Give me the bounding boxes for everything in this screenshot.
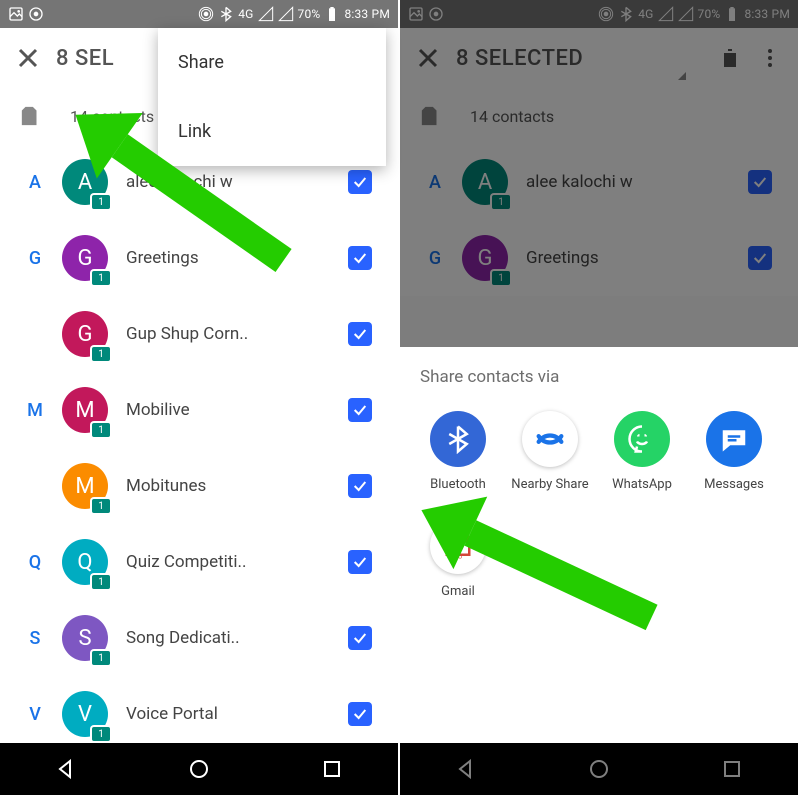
checkbox[interactable] [348,474,372,498]
section-letter: A [18,172,52,193]
hotspot-icon [198,6,214,22]
checkbox[interactable] [348,626,372,650]
battery-pct: 70% [298,7,321,21]
nav-recent-icon[interactable] [320,757,344,781]
contact-row[interactable]: S S1 Song Dedicati.. [0,600,398,676]
nav-bar [0,743,398,795]
overflow-menu: Share Link [158,28,386,166]
contact-name: Greetings [126,248,348,268]
share-target-label: WhatsApp [612,477,672,492]
network-type: 4G [238,7,253,21]
contact-name: Mobilive [126,400,348,420]
share-target-messages[interactable]: Messages [688,411,780,492]
contact-row[interactable]: M1 Mobitunes [0,448,398,524]
section-letter: Q [18,552,52,573]
share-sheet: Share contacts via Bluetooth Nearby Share… [400,347,798,743]
nearby-icon [522,411,578,467]
contact-name: Mobitunes [126,476,348,496]
contact-list[interactable]: A A1 alee kalochi w G G1 Greetings G1 Gup Shup … [0,144,398,752]
sim-icon [20,105,42,127]
section-letter: V [18,704,52,725]
nav-home-icon[interactable] [187,757,211,781]
contact-name: Gup Shup Corn.. [126,324,348,344]
contact-avatar: S1 [62,615,108,661]
share-target-nearby[interactable]: Nearby Share [504,411,596,492]
messages-icon [706,411,762,467]
whatsapp-icon [614,411,670,467]
bluetooth-icon [430,411,486,467]
checkbox[interactable] [348,322,372,346]
share-grid: BluetoothNearby ShareWhatsAppMessagesGOG… [412,403,786,617]
contact-row[interactable]: M M1 Mobilive [0,372,398,448]
sim-badge: 1 [92,423,110,437]
bluetooth-icon [218,6,234,22]
menu-item-link[interactable]: Link [158,97,386,166]
screen-left: 4G 70% 8:33 PM 8 SEL Share Link 14 conta… [0,0,398,795]
signal-icon [258,6,274,22]
signal-icon-2 [278,6,294,22]
sim-badge: 1 [92,271,110,285]
contact-row[interactable]: G G1 Greetings [0,220,398,296]
clock: 8:33 PM [344,7,390,21]
screen-right: 4G 70% 8:33 PM 8 SELECTED 14 contacts AA… [400,0,798,795]
sim-badge: 1 [92,727,110,741]
contact-avatar: M1 [62,463,108,509]
contact-name: Quiz Competiti.. [126,552,348,572]
contact-row[interactable]: V V1 Voice Portal [0,676,398,752]
share-target-gmail[interactable]: GO Gmail [412,518,504,599]
contact-avatar: G1 [62,311,108,357]
contact-avatar: Q1 [62,539,108,585]
gmail-icon: GO [430,518,486,574]
contact-name: Voice Portal [126,704,348,724]
contact-avatar: V1 [62,691,108,737]
target-icon [28,6,44,22]
contact-name: Song Dedicati.. [126,628,348,648]
image-icon [8,6,24,22]
sim-count: 14 contacts [70,107,154,126]
contact-row[interactable]: Q Q1 Quiz Competiti.. [0,524,398,600]
battery-icon [324,6,340,22]
contact-avatar: A1 [62,159,108,205]
checkbox[interactable] [348,550,372,574]
checkbox[interactable] [348,702,372,726]
sim-badge: 1 [92,347,110,361]
share-target-label: Bluetooth [430,477,486,492]
checkbox[interactable] [348,170,372,194]
svg-text:GO: GO [454,553,463,561]
close-icon[interactable] [16,46,40,70]
sim-badge: 1 [92,575,110,589]
share-target-whatsapp[interactable]: WhatsApp [596,411,688,492]
share-target-label: Nearby Share [511,477,588,492]
section-letter: M [18,400,52,421]
share-target-bluetooth[interactable]: Bluetooth [412,411,504,492]
section-letter: S [18,628,52,649]
status-bar: 4G 70% 8:33 PM [0,0,398,28]
contact-row[interactable]: G1 Gup Shup Corn.. [0,296,398,372]
share-sheet-title: Share contacts via [420,367,778,387]
sim-badge: 1 [92,499,110,513]
contact-avatar: G1 [62,235,108,281]
nav-back-icon[interactable] [54,757,78,781]
checkbox[interactable] [348,398,372,422]
sim-badge: 1 [92,651,110,665]
contact-name: alee kalochi w [126,172,348,192]
menu-item-share[interactable]: Share [158,28,386,97]
sim-badge: 1 [92,195,110,209]
checkbox[interactable] [348,246,372,270]
contact-avatar: M1 [62,387,108,433]
share-target-label: Gmail [441,584,475,599]
section-letter: G [18,248,52,269]
share-target-label: Messages [704,477,764,492]
